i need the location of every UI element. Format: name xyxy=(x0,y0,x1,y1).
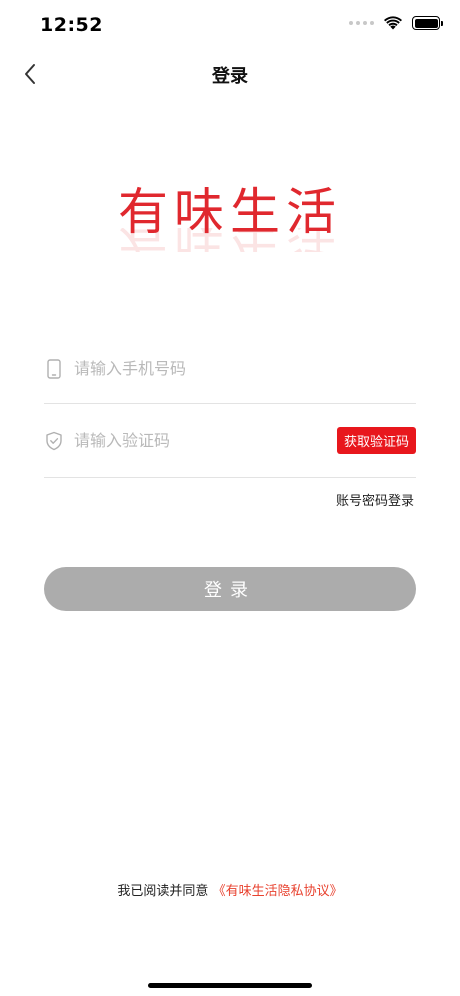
battery-icon xyxy=(412,16,443,30)
agreement-prefix: 我已阅读并同意 xyxy=(117,884,209,899)
home-indicator xyxy=(148,983,312,988)
phone-row xyxy=(44,334,416,404)
shield-check-icon xyxy=(44,429,64,453)
app-logo: 有味生活 有味生活 xyxy=(0,182,460,272)
phone-icon xyxy=(44,357,64,381)
privacy-policy-link[interactable]: 《有味生活隐私协议》 xyxy=(213,884,343,899)
status-bar: 12:52 xyxy=(0,0,460,50)
logo-reflection: 有味生活 xyxy=(0,228,460,252)
password-login-link[interactable]: 账号密码登录 xyxy=(336,490,414,509)
status-icons xyxy=(349,16,443,30)
code-row: 获取验证码 xyxy=(44,404,416,478)
code-input[interactable] xyxy=(74,431,337,450)
status-time: 12:52 xyxy=(40,14,103,36)
page-title: 登录 xyxy=(212,66,248,87)
wifi-icon xyxy=(384,16,402,30)
login-form: 获取验证码 xyxy=(44,334,416,478)
agreement: 我已阅读并同意 《有味生活隐私协议》 xyxy=(0,880,460,899)
signal-icon xyxy=(349,21,374,25)
phone-input[interactable] xyxy=(74,359,416,378)
get-code-button[interactable]: 获取验证码 xyxy=(336,427,416,454)
login-button[interactable]: 登录 xyxy=(44,567,416,611)
nav-bar: 登录 xyxy=(0,50,460,98)
